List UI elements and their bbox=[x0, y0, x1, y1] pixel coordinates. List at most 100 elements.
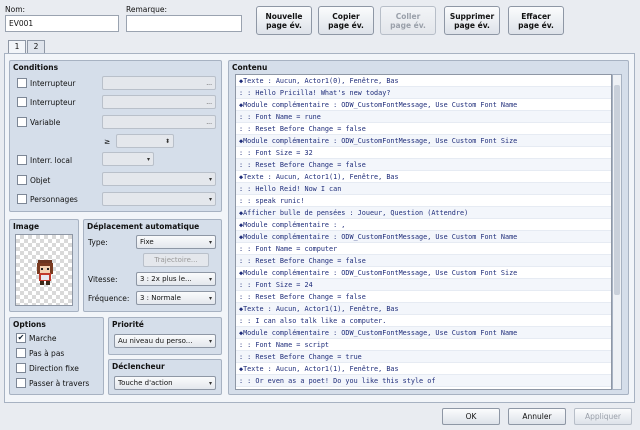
event-command-line[interactable]: ◆Texte : Aucun, Actor1(1), Fenêtre, Bas bbox=[236, 363, 611, 375]
route-button[interactable]: Trajectoire... bbox=[143, 253, 209, 267]
switch2-checkbox[interactable] bbox=[17, 97, 27, 107]
item-label: Objet bbox=[30, 176, 51, 185]
frequency-value: 3 : Normale bbox=[140, 294, 181, 302]
event-command-line[interactable]: ◆Texte : Aucun, Actor1(0), Fenêtre, Bas bbox=[236, 75, 611, 87]
event-command-line[interactable]: ◆Texte : Aucun, Actor1(1), Fenêtre, Bas bbox=[236, 171, 611, 183]
event-command-line[interactable]: ◆Module complémentaire : , bbox=[236, 219, 611, 231]
move-type-value: Fixe bbox=[140, 238, 154, 246]
step-checkbox[interactable] bbox=[16, 348, 26, 358]
conditions-title: Conditions bbox=[13, 63, 59, 72]
tab-page-1[interactable]: 1 bbox=[8, 40, 26, 54]
speed-select[interactable]: 3 : 2x plus le... ▾ bbox=[136, 272, 216, 286]
movement-title: Déplacement automatique bbox=[87, 222, 200, 231]
trigger-select[interactable]: Touche d'action ▾ bbox=[114, 376, 216, 390]
variable-label: Variable bbox=[30, 118, 61, 127]
chevron-down-icon: ▾ bbox=[208, 276, 212, 283]
cancel-button[interactable]: Annuler bbox=[508, 408, 566, 425]
item-checkbox[interactable] bbox=[17, 175, 27, 185]
frequency-select[interactable]: 3 : Normale ▾ bbox=[136, 291, 216, 305]
event-command-line[interactable]: : : Font Size = 32 bbox=[236, 147, 611, 159]
event-command-line[interactable]: : : Reset Before Change = true bbox=[236, 351, 611, 363]
event-command-line[interactable]: : : Reset Before Change = false bbox=[236, 255, 611, 267]
character-image-preview[interactable] bbox=[15, 234, 73, 306]
switch2-select[interactable]: ... bbox=[102, 95, 216, 109]
remark-input[interactable] bbox=[126, 15, 242, 32]
contents-scrollbar[interactable] bbox=[612, 74, 622, 390]
event-command-line[interactable]: ◆Texte : Aucun, Actor1(1), Fenêtre, Bas bbox=[236, 303, 611, 315]
frequency-label: Fréquence: bbox=[88, 294, 130, 303]
event-command-line[interactable]: : : Hello Pricilla! What's new today? bbox=[236, 87, 611, 99]
priority-title: Priorité bbox=[112, 320, 144, 329]
through-checkbox[interactable] bbox=[16, 378, 26, 388]
dirfix-label: Direction fixe bbox=[29, 364, 79, 373]
move-type-select[interactable]: Fixe ▾ bbox=[136, 235, 216, 249]
tab-page-2[interactable]: 2 bbox=[27, 40, 45, 53]
event-command-line[interactable]: ◆Module complémentaire : ODW_CustomFontM… bbox=[236, 327, 611, 339]
event-command-line[interactable]: : : Hello Reid! Now I can bbox=[236, 183, 611, 195]
apply-button[interactable]: Appliquer bbox=[574, 408, 632, 425]
name-label: Nom: bbox=[5, 5, 26, 14]
clear-page-button[interactable]: Effacer page év. bbox=[508, 6, 564, 35]
chevron-down-icon: ▾ bbox=[208, 380, 212, 387]
copy-page-button[interactable]: Copier page év. bbox=[318, 6, 374, 35]
event-command-line[interactable]: : : Font Name = computer bbox=[236, 243, 611, 255]
chevron-down-icon: ▾ bbox=[208, 196, 212, 203]
paste-page-button[interactable]: Coller page év. bbox=[380, 6, 436, 35]
chevron-down-icon: ▾ bbox=[146, 156, 150, 163]
event-command-line[interactable]: ◆Module complémentaire : ODW_CustomFontM… bbox=[236, 267, 611, 279]
trigger-value: Touche d'action bbox=[118, 379, 173, 387]
event-command-line[interactable]: : : Font Name = rune bbox=[236, 111, 611, 123]
priority-value: Au niveau du perso... bbox=[118, 337, 193, 345]
event-command-line[interactable]: : : I can also talk like a computer. bbox=[236, 315, 611, 327]
event-command-list[interactable]: ◆Texte : Aucun, Actor1(0), Fenêtre, Bas … bbox=[235, 74, 612, 390]
event-command-line[interactable]: ◆Afficher bulle de pensées : Joueur, Que… bbox=[236, 207, 611, 219]
variable-select[interactable]: ... bbox=[102, 115, 216, 129]
event-command-line[interactable]: : : Reset Before Change = false bbox=[236, 159, 611, 171]
self-switch-select[interactable]: ▾ bbox=[102, 152, 154, 166]
switch1-checkbox[interactable] bbox=[17, 78, 27, 88]
dots-icon: ... bbox=[206, 80, 212, 87]
variable-checkbox[interactable] bbox=[17, 117, 27, 127]
event-command-line[interactable]: : : Or even as a poet! Do you like this … bbox=[236, 375, 611, 387]
event-command-line[interactable]: : : Font Size = 24 bbox=[236, 279, 611, 291]
dots-icon: ... bbox=[206, 99, 212, 106]
chevron-down-icon: ▾ bbox=[208, 239, 212, 246]
event-command-line[interactable]: ◆Module complémentaire : ODW_CustomFontM… bbox=[236, 99, 611, 111]
character-sprite-icon bbox=[37, 260, 53, 285]
new-page-button[interactable]: Nouvelle page év. bbox=[256, 6, 312, 35]
actor-checkbox[interactable] bbox=[17, 194, 27, 204]
name-input[interactable]: EV001 bbox=[5, 15, 119, 32]
variable-value-stepper[interactable]: ⬍ bbox=[116, 134, 174, 148]
options-title: Options bbox=[13, 320, 46, 329]
dirfix-checkbox[interactable] bbox=[16, 363, 26, 373]
walk-checkbox[interactable]: ✔ bbox=[16, 333, 26, 343]
walk-label: Marche bbox=[29, 334, 57, 343]
speed-label: Vitesse: bbox=[88, 275, 118, 284]
remark-label: Remarque: bbox=[126, 5, 167, 14]
actor-select[interactable]: ▾ bbox=[102, 192, 216, 206]
through-label: Passer à travers bbox=[29, 379, 90, 388]
chevron-down-icon: ▾ bbox=[208, 338, 212, 345]
delete-page-button[interactable]: Supprimer page év. bbox=[444, 6, 500, 35]
dots-icon: ... bbox=[206, 119, 212, 126]
item-select[interactable]: ▾ bbox=[102, 172, 216, 186]
event-command-line[interactable]: : : speak runic! bbox=[236, 195, 611, 207]
speed-value: 3 : 2x plus le... bbox=[140, 275, 192, 283]
gte-label: ≥ bbox=[104, 137, 111, 146]
stepper-icon: ⬍ bbox=[164, 138, 170, 145]
move-type-label: Type: bbox=[88, 238, 108, 247]
step-label: Pas à pas bbox=[29, 349, 65, 358]
self-switch-checkbox[interactable] bbox=[17, 155, 27, 165]
trigger-title: Déclencheur bbox=[112, 362, 165, 371]
event-command-line[interactable]: : : Reset Before Change = false bbox=[236, 123, 611, 135]
switch1-select[interactable]: ... bbox=[102, 76, 216, 90]
event-command-line[interactable]: : : Reset Before Change = false bbox=[236, 291, 611, 303]
scrollbar-thumb[interactable] bbox=[614, 85, 620, 295]
ok-button[interactable]: OK bbox=[442, 408, 500, 425]
contents-title: Contenu bbox=[232, 63, 268, 72]
event-command-line[interactable]: : : Font Name = script bbox=[236, 339, 611, 351]
priority-select[interactable]: Au niveau du perso... ▾ bbox=[114, 334, 216, 348]
image-title: Image bbox=[13, 222, 40, 231]
event-command-line[interactable]: ◆Module complémentaire : ODW_CustomFontM… bbox=[236, 135, 611, 147]
event-command-line[interactable]: ◆Module complémentaire : ODW_CustomFontM… bbox=[236, 231, 611, 243]
